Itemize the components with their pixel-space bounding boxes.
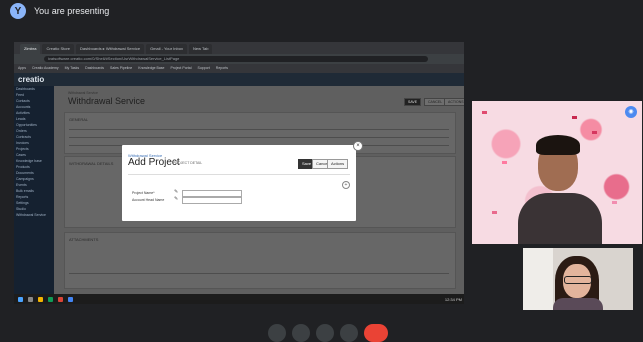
sidebar-item[interactable]: Leads: [16, 117, 52, 122]
captions-button[interactable]: [316, 324, 334, 342]
sidebar-item[interactable]: Opportunities: [16, 123, 52, 128]
sidebar-item[interactable]: Withdrawal Service: [16, 213, 52, 218]
participant-hair: [536, 135, 580, 155]
sidebar-item[interactable]: Events: [16, 183, 52, 188]
speaking-indicator-icon: ◉: [625, 106, 637, 118]
sidebar-item[interactable]: Dashboards: [16, 87, 52, 92]
app-logo: creatio: [18, 75, 45, 84]
divider: [69, 273, 449, 274]
browser-tab[interactable]: Dashboards ▸ Withdrawal Service: [76, 44, 145, 54]
modal-actions-button[interactable]: Actions: [327, 159, 349, 169]
page-title: Withdrawal Service: [68, 96, 146, 106]
sidebar-item[interactable]: Settings: [16, 201, 52, 206]
address-bar: ivatsoftware.creatio.com/0/Shell/#Sectio…: [14, 54, 464, 64]
participant-tile-main[interactable]: ◉: [472, 101, 642, 244]
bookmark[interactable]: Knowledge Base: [138, 64, 164, 73]
start-icon[interactable]: [18, 296, 23, 302]
sidebar-item[interactable]: Orders: [16, 129, 52, 134]
sidebar-item[interactable]: Bulk emails: [16, 189, 52, 194]
sidebar-item[interactable]: Feed: [16, 93, 52, 98]
actions-button[interactable]: ACTIONS: [444, 98, 464, 106]
section-title: ATTACHMENTS: [69, 237, 99, 242]
sidebar-item[interactable]: Invoices: [16, 141, 52, 146]
sidebar-item[interactable]: Contracts: [16, 135, 52, 140]
section-title: WITHDRAWAL DETAILS: [69, 161, 114, 166]
browser-tab[interactable]: Zimbra: [20, 44, 41, 54]
glasses: [564, 276, 592, 284]
attachments-section: ATTACHMENTS: [64, 232, 456, 289]
bookmark[interactable]: Apps: [18, 64, 26, 73]
add-icon[interactable]: +: [342, 181, 350, 189]
sidebar-item[interactable]: Reports: [16, 195, 52, 200]
present-button[interactable]: [340, 324, 358, 342]
sidebar-item[interactable]: Documents: [16, 171, 52, 176]
sidebar-item[interactable]: Campaigns: [16, 177, 52, 182]
bookmark[interactable]: Creatio Academy: [32, 64, 59, 73]
bookmark[interactable]: Support: [198, 64, 210, 73]
app-header: creatio: [14, 73, 464, 86]
modal-title: Add Project: [128, 157, 180, 168]
window-background: [523, 248, 553, 310]
bookmark[interactable]: My Tasks: [65, 64, 80, 73]
divider: [69, 129, 449, 130]
sidebar-item[interactable]: Contacts: [16, 99, 52, 104]
bookmark[interactable]: Reports: [216, 64, 228, 73]
url-field[interactable]: ivatsoftware.creatio.com/0/Shell/#Sectio…: [44, 56, 428, 62]
divider: [69, 137, 449, 138]
taskbar-clock: 12:34 PM: [444, 296, 462, 302]
sidebar-item[interactable]: Studio: [16, 207, 52, 212]
search-icon[interactable]: [28, 296, 33, 302]
pencil-icon[interactable]: ✎: [174, 196, 178, 202]
participant-body: [518, 193, 602, 244]
app-sidebar: Dashboards Feed Contacts Accounts Activi…: [14, 86, 54, 294]
account-head-input[interactable]: [182, 197, 242, 204]
add-project-modal: × Withdrawal Service Add Project PROJECT…: [122, 141, 363, 221]
sidebar-item[interactable]: Projects: [16, 147, 52, 152]
bookmarks-bar: Apps Creatio Academy My Tasks Dashboards…: [14, 64, 464, 73]
app-icon[interactable]: [58, 296, 63, 302]
browser-tab[interactable]: New Tab: [188, 44, 213, 54]
camera-button[interactable]: [292, 324, 310, 342]
bookmark[interactable]: Project Portal: [171, 64, 192, 73]
participant-tile-self[interactable]: [523, 248, 633, 310]
chrome-icon[interactable]: [48, 296, 53, 302]
folder-icon[interactable]: [38, 296, 43, 302]
bookmark[interactable]: Dashboards: [85, 64, 104, 73]
cancel-button[interactable]: CANCEL: [424, 98, 447, 106]
pencil-icon[interactable]: ✎: [174, 189, 178, 195]
sidebar-item[interactable]: Products: [16, 165, 52, 170]
account-head-label: Account Head Name: [132, 198, 165, 202]
modal-divider: [128, 174, 350, 175]
sidebar-item[interactable]: Accounts: [16, 105, 52, 110]
close-icon[interactable]: ×: [353, 141, 363, 151]
present-icon: Y: [10, 3, 26, 19]
sidebar-item[interactable]: Cases: [16, 153, 52, 158]
app-icon[interactable]: [68, 296, 73, 302]
mic-button[interactable]: [268, 324, 286, 342]
sidebar-item[interactable]: Knowledge base: [16, 159, 52, 164]
browser-tab[interactable]: Creatio Store: [42, 44, 75, 54]
presenting-label: You are presenting: [34, 6, 110, 16]
participant-body: [553, 298, 603, 310]
project-name-label: Project Name*: [132, 191, 155, 195]
browser-tab[interactable]: Gmail - Your Inbox: [146, 44, 187, 54]
sidebar-item[interactable]: Activities: [16, 111, 52, 116]
save-button[interactable]: SAVE: [404, 98, 422, 106]
leave-call-button[interactable]: [364, 324, 388, 342]
section-title: GENERAL: [69, 117, 89, 122]
breadcrumb: Withdrawal Service: [68, 91, 98, 95]
project-name-input[interactable]: [182, 190, 242, 197]
browser-tabs: Zimbra Creatio Store Dashboards ▸ Withdr…: [14, 42, 464, 54]
modal-subtitle: PROJECT DETAIL: [173, 161, 203, 165]
presenting-bar: Y You are presenting: [0, 0, 643, 22]
bookmark[interactable]: Sales Pipeline: [110, 64, 132, 73]
windows-taskbar: 12:34 PM: [14, 294, 464, 304]
